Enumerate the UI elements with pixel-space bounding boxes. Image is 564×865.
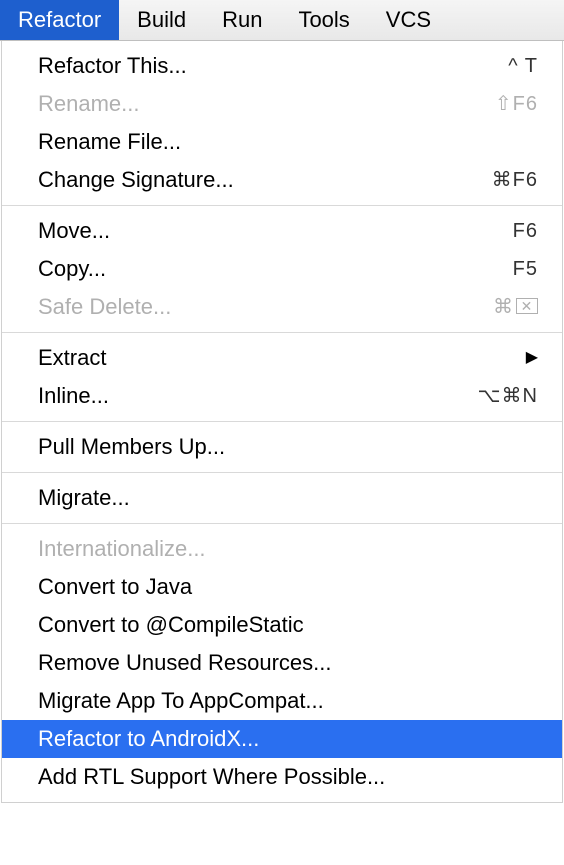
command-icon: ⌘ bbox=[493, 292, 514, 322]
menu-item-label: Migrate... bbox=[38, 483, 130, 513]
menu-item-label: Refactor to AndroidX... bbox=[38, 724, 259, 754]
menu-item-pull-members-up[interactable]: Pull Members Up... bbox=[2, 428, 562, 466]
menu-item-shortcut: ⌘✕ bbox=[493, 292, 538, 322]
menubar-label: Refactor bbox=[18, 7, 101, 33]
menu-item-migrate[interactable]: Migrate... bbox=[2, 479, 562, 517]
menu-item-shortcut: ⌘F6 bbox=[492, 165, 538, 195]
dropdown-menu: Refactor This... ^ T Rename... ⇧F6 Renam… bbox=[1, 41, 563, 803]
menu-item-refactor-androidx[interactable]: Refactor to AndroidX... bbox=[2, 720, 562, 758]
menubar: Refactor Build Run Tools VCS bbox=[0, 0, 564, 41]
menu-item-copy[interactable]: Copy... F5 bbox=[2, 250, 562, 288]
menubar-label: Run bbox=[222, 7, 262, 33]
menubar-item-run[interactable]: Run bbox=[204, 0, 280, 40]
menu-item-label: Move... bbox=[38, 216, 110, 246]
menu-item-label: Rename... bbox=[38, 89, 140, 119]
menu-item-label: Internationalize... bbox=[38, 534, 206, 564]
menu-section: Refactor This... ^ T Rename... ⇧F6 Renam… bbox=[2, 41, 562, 205]
menu-item-label: Extract bbox=[38, 343, 106, 373]
menu-item-inline[interactable]: Inline... ⌥⌘N bbox=[2, 377, 562, 415]
menu-item-label: Safe Delete... bbox=[38, 292, 171, 322]
menu-section: Migrate... bbox=[2, 473, 562, 523]
menu-item-internationalize: Internationalize... bbox=[2, 530, 562, 568]
menu-item-shortcut: ^ T bbox=[508, 51, 538, 81]
menubar-item-tools[interactable]: Tools bbox=[280, 0, 367, 40]
menu-item-move[interactable]: Move... F6 bbox=[2, 212, 562, 250]
menu-section: Move... F6 Copy... F5 Safe Delete... ⌘✕ bbox=[2, 206, 562, 332]
menubar-label: VCS bbox=[386, 7, 431, 33]
menu-section: Internationalize... Convert to Java Conv… bbox=[2, 524, 562, 802]
menu-item-rename-file[interactable]: Rename File... bbox=[2, 123, 562, 161]
menu-item-convert-compilestatic[interactable]: Convert to @CompileStatic bbox=[2, 606, 562, 644]
menubar-item-build[interactable]: Build bbox=[119, 0, 204, 40]
menu-item-rename: Rename... ⇧F6 bbox=[2, 85, 562, 123]
menu-item-label: Change Signature... bbox=[38, 165, 234, 195]
menu-section: Pull Members Up... bbox=[2, 422, 562, 472]
menu-item-label: Remove Unused Resources... bbox=[38, 648, 331, 678]
menu-item-label: Copy... bbox=[38, 254, 106, 284]
menubar-item-vcs[interactable]: VCS bbox=[368, 0, 449, 40]
menu-item-extract[interactable]: Extract ▶ bbox=[2, 339, 562, 377]
menubar-item-refactor[interactable]: Refactor bbox=[0, 0, 119, 40]
menu-item-shortcut: F6 bbox=[513, 216, 538, 246]
menu-item-remove-unused-resources[interactable]: Remove Unused Resources... bbox=[2, 644, 562, 682]
menu-item-safe-delete: Safe Delete... ⌘✕ bbox=[2, 288, 562, 326]
menu-item-label: Pull Members Up... bbox=[38, 432, 225, 462]
menu-item-label: Migrate App To AppCompat... bbox=[38, 686, 324, 716]
menu-item-shortcut: F5 bbox=[513, 254, 538, 284]
menu-item-label: Convert to @CompileStatic bbox=[38, 610, 304, 640]
menu-item-label: Refactor This... bbox=[38, 51, 187, 81]
menu-item-label: Rename File... bbox=[38, 127, 181, 157]
submenu-arrow-icon: ▶ bbox=[526, 343, 538, 373]
menu-item-refactor-this[interactable]: Refactor This... ^ T bbox=[2, 47, 562, 85]
menu-item-shortcut: ⇧F6 bbox=[495, 89, 538, 119]
menu-item-label: Inline... bbox=[38, 381, 109, 411]
menu-item-label: Convert to Java bbox=[38, 572, 192, 602]
menu-item-label: Add RTL Support Where Possible... bbox=[38, 762, 385, 792]
menu-item-shortcut: ⌥⌘N bbox=[478, 381, 539, 411]
menubar-label: Tools bbox=[298, 7, 349, 33]
menu-item-change-signature[interactable]: Change Signature... ⌘F6 bbox=[2, 161, 562, 199]
delete-icon: ✕ bbox=[516, 298, 538, 314]
menu-section: Extract ▶ Inline... ⌥⌘N bbox=[2, 333, 562, 421]
menubar-label: Build bbox=[137, 7, 186, 33]
menu-item-add-rtl-support[interactable]: Add RTL Support Where Possible... bbox=[2, 758, 562, 796]
menu-item-convert-to-java[interactable]: Convert to Java bbox=[2, 568, 562, 606]
menu-item-migrate-appcompat[interactable]: Migrate App To AppCompat... bbox=[2, 682, 562, 720]
